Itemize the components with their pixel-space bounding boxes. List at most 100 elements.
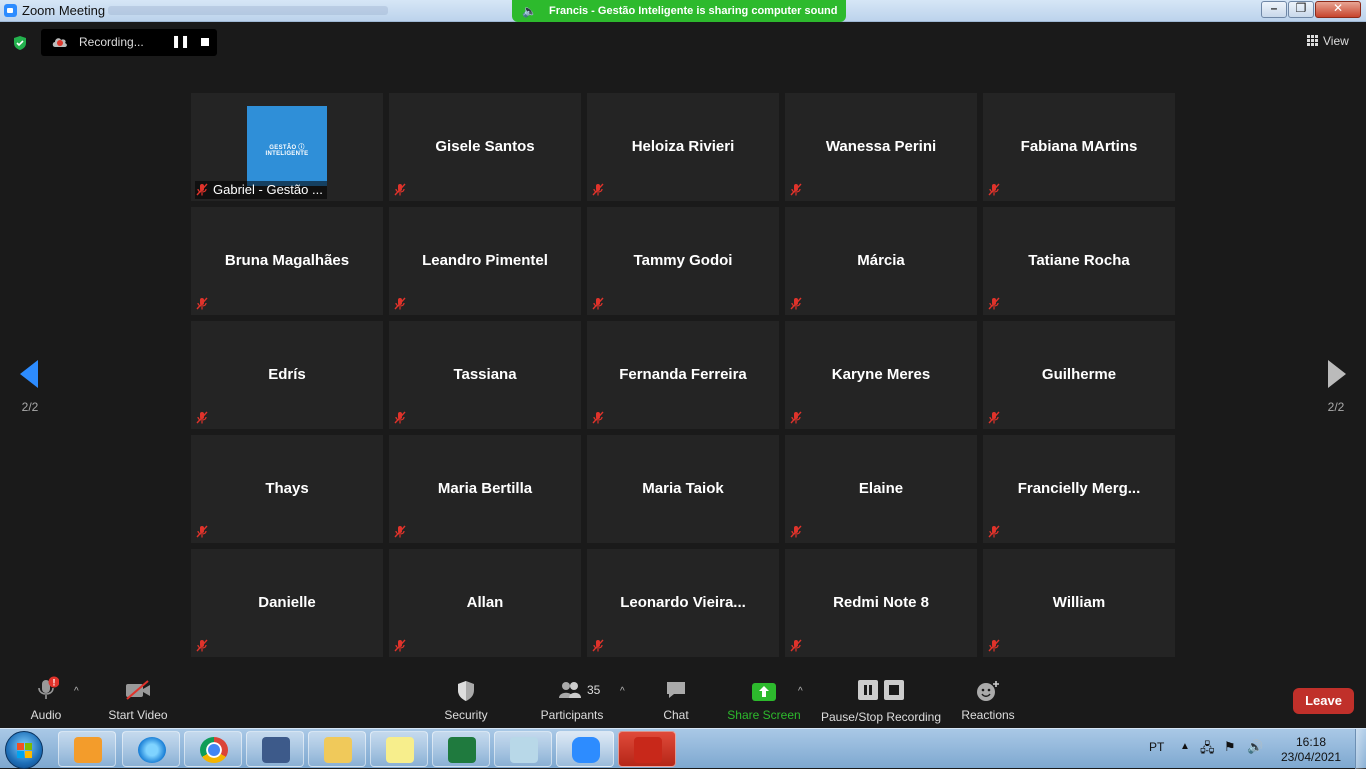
taskbar-remote-desktop[interactable] xyxy=(246,731,304,767)
participant-tile[interactable]: GESTÃO ⓘ INTELIGENTE Gabriel - Gestão ... xyxy=(191,93,383,201)
participant-tile[interactable]: Francielly Merg... xyxy=(983,435,1175,543)
participant-tile[interactable]: Edrís xyxy=(191,321,383,429)
muted-mic-icon xyxy=(592,411,604,424)
muted-mic-icon xyxy=(988,183,1000,196)
network-icon[interactable]: 🖧 xyxy=(1200,739,1215,761)
remote-desktop-icon xyxy=(262,737,290,763)
participant-tile[interactable]: Márcia xyxy=(785,207,977,315)
pause-stop-recording-label: Pause/Stop Recording xyxy=(820,710,942,724)
taskbar-chrome[interactable] xyxy=(184,731,242,767)
participant-tile[interactable]: Karyne Meres xyxy=(785,321,977,429)
security-button[interactable]: Security xyxy=(438,668,494,728)
language-indicator[interactable]: PT xyxy=(1149,740,1164,754)
recording-indicator: Recording... ❚❚ xyxy=(41,29,217,56)
muted-mic-icon xyxy=(988,297,1000,310)
audio-options-caret-icon[interactable]: ^ xyxy=(74,686,79,697)
taskbar-acrobat[interactable] xyxy=(618,731,676,767)
restore-icon: ❐ xyxy=(1295,1,1307,15)
taskbar-internet-explorer[interactable] xyxy=(122,731,180,767)
participant-tile[interactable]: Gisele Santos xyxy=(389,93,581,201)
share-screen-label: Share Screen xyxy=(727,708,801,722)
close-button[interactable]: ✕ xyxy=(1315,1,1361,18)
muted-mic-icon xyxy=(196,525,208,538)
show-desktop-button[interactable] xyxy=(1355,729,1366,769)
participant-tile[interactable]: Leonardo Vieira... xyxy=(587,549,779,657)
participant-tile[interactable]: Wanessa Perini xyxy=(785,93,977,201)
participant-tile[interactable]: Tassiana xyxy=(389,321,581,429)
participant-tile[interactable]: Leandro Pimentel xyxy=(389,207,581,315)
taskbar-media-player[interactable] xyxy=(58,731,116,767)
windows-taskbar: PT ▲ 🖧 ⚑ 🔊 16:18 23/04/2021 xyxy=(0,728,1366,769)
participant-tile[interactable]: Fabiana MArtins xyxy=(983,93,1175,201)
pause-recording-icon[interactable]: ❚❚ xyxy=(171,34,190,48)
participant-name: Edrís xyxy=(268,366,306,383)
zoom-app-icon xyxy=(4,4,17,17)
participants-icon xyxy=(559,682,581,698)
view-button[interactable]: View xyxy=(1307,34,1349,48)
participant-name: Francielly Merg... xyxy=(1017,480,1141,497)
participant-tile[interactable]: Allan xyxy=(389,549,581,657)
muted-mic-icon xyxy=(790,525,802,538)
muted-mic-icon xyxy=(394,183,406,196)
start-video-button[interactable]: Start Video xyxy=(104,668,172,728)
minimize-button[interactable]: – xyxy=(1261,1,1287,18)
audio-warning-badge: ! xyxy=(53,678,56,688)
participant-tile[interactable]: Tammy Godoi xyxy=(587,207,779,315)
participant-tile[interactable]: William xyxy=(983,549,1175,657)
participant-tile[interactable]: Thays xyxy=(191,435,383,543)
participant-name: Leandro Pimentel xyxy=(422,252,548,269)
windows-logo-icon xyxy=(17,743,32,758)
participant-tile[interactable]: Maria Bertilla xyxy=(389,435,581,543)
sticky-notes-icon xyxy=(386,737,414,763)
participant-tile[interactable]: Heloiza Rivieri xyxy=(587,93,779,201)
share-screen-button[interactable]: Share Screen xyxy=(727,668,801,728)
taskbar-zoom[interactable] xyxy=(556,731,614,767)
participant-tile[interactable]: Fernanda Ferreira xyxy=(587,321,779,429)
muted-microphone-icon: ! xyxy=(38,676,59,699)
muted-mic-icon xyxy=(394,639,406,652)
audio-button[interactable]: ! Audio xyxy=(24,668,68,728)
participants-options-caret-icon[interactable]: ^ xyxy=(620,686,625,697)
chat-button[interactable]: Chat xyxy=(656,668,696,728)
participants-button[interactable]: 35 Participants xyxy=(534,668,610,728)
security-shield-icon xyxy=(458,681,474,701)
taskbar-clock[interactable]: 16:18 23/04/2021 xyxy=(1276,735,1346,765)
taskbar-notepad[interactable] xyxy=(494,731,552,767)
stop-recording-icon[interactable] xyxy=(201,38,209,46)
chrome-icon xyxy=(200,737,228,763)
start-button[interactable] xyxy=(5,731,43,769)
encryption-shield-icon[interactable] xyxy=(12,35,28,51)
participant-tile[interactable]: Guilherme xyxy=(983,321,1175,429)
participant-tile[interactable]: Elaine xyxy=(785,435,977,543)
action-center-icon[interactable]: ⚑ xyxy=(1224,739,1236,755)
participant-tile[interactable]: Redmi Note 8 xyxy=(785,549,977,657)
show-hidden-icons-caret-icon[interactable]: ▲ xyxy=(1180,741,1190,752)
muted-mic-icon xyxy=(196,297,208,310)
reactions-label: Reactions xyxy=(961,708,1015,722)
participant-name: Danielle xyxy=(258,594,316,611)
muted-mic-icon xyxy=(394,297,406,310)
participant-tile[interactable]: Maria Taiok xyxy=(587,435,779,543)
reactions-button[interactable]: Reactions xyxy=(958,668,1018,728)
participant-tile[interactable]: Danielle xyxy=(191,549,383,657)
participant-name: Guilherme xyxy=(1041,366,1117,383)
volume-icon[interactable]: 🔊 xyxy=(1247,739,1263,755)
restore-button[interactable]: ❐ xyxy=(1288,1,1314,18)
previous-page-button[interactable]: 2/2 xyxy=(2,345,58,429)
muted-mic-icon xyxy=(196,639,208,652)
next-page-button[interactable]: 2/2 xyxy=(1308,345,1364,429)
taskbar-excel[interactable] xyxy=(432,731,490,767)
view-label: View xyxy=(1323,34,1349,48)
participant-name: Leonardo Vieira... xyxy=(620,594,746,611)
share-screen-icon xyxy=(752,683,776,701)
participant-tile[interactable]: Bruna Magalhães xyxy=(191,207,383,315)
participant-name: Bruna Magalhães xyxy=(224,252,350,269)
taskbar-file-explorer[interactable] xyxy=(308,731,366,767)
share-options-caret-icon[interactable]: ^ xyxy=(798,686,803,697)
participant-name: William xyxy=(1052,594,1106,611)
pause-stop-recording-button[interactable]: Pause/Stop Recording xyxy=(820,668,942,728)
taskbar-sticky-notes[interactable] xyxy=(370,731,428,767)
participant-tile[interactable]: Tatiane Rocha xyxy=(983,207,1175,315)
leave-button[interactable]: Leave xyxy=(1293,688,1354,714)
muted-mic-icon xyxy=(592,183,604,196)
